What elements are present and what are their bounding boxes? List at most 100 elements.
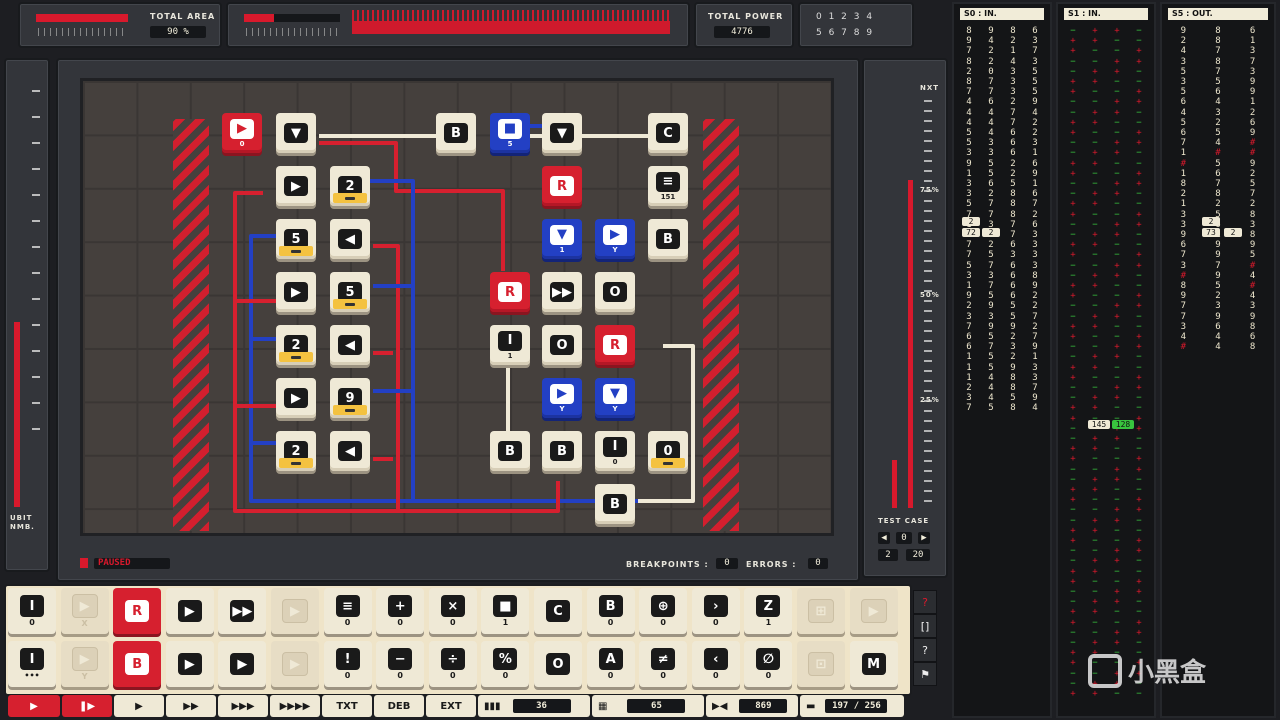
board-chip[interactable]: ▶ xyxy=(276,166,316,206)
board-chip[interactable]: ◀ xyxy=(330,325,370,365)
board-chip[interactable]: 2 xyxy=(276,431,316,471)
palette-tool-2-7[interactable]: −0 xyxy=(376,641,425,687)
board-chip[interactable]: B xyxy=(542,431,582,471)
fast-button[interactable]: ▶▶ xyxy=(166,695,216,717)
board-chip[interactable]: ◀ xyxy=(330,431,370,471)
io-signal: − xyxy=(1070,179,1076,189)
palette-tool-1-6[interactable]: ≡ 0 xyxy=(323,588,372,634)
board-chip[interactable]: ▶ xyxy=(276,378,316,418)
palette-tool-1-7[interactable]: +0 xyxy=(376,588,425,634)
board-chip[interactable]: R xyxy=(595,325,635,365)
io-value: 3 xyxy=(1249,219,1256,230)
palette-tool-1-13[interactable]: › 0 xyxy=(691,588,740,634)
deb-button[interactable]: DEB xyxy=(374,695,424,717)
palette-tool-2-16[interactable]: M xyxy=(849,641,898,687)
board-chip[interactable]: ▼ xyxy=(542,113,582,153)
board-chip[interactable]: B xyxy=(490,431,530,471)
faster-button[interactable]: ▶▶▶ xyxy=(218,695,268,717)
palette-tool-2-6[interactable]: ! 0 xyxy=(323,641,372,687)
board-chip[interactable]: 0 xyxy=(648,431,688,471)
txt-button[interactable]: TXT xyxy=(322,695,372,717)
palette-tool-2-8[interactable]: ÷ 0 xyxy=(428,641,477,687)
side-button-3[interactable]: ? xyxy=(913,638,937,662)
board-chip[interactable]: ▶ xyxy=(276,272,316,312)
palette-tool-2-11[interactable]: A0 xyxy=(586,641,635,687)
board-chip[interactable]: 2 xyxy=(330,166,370,206)
palette-tool-1-0[interactable]: I0 xyxy=(8,588,56,634)
board-chip[interactable]: C xyxy=(648,113,688,153)
side-button-4[interactable]: ⚑ xyxy=(913,662,937,686)
palette-tool-2-14[interactable]: ∅ 0 xyxy=(744,641,793,687)
record-button[interactable]: ▶ xyxy=(8,695,60,717)
tool-caption: 0 xyxy=(660,671,666,680)
io-signal: − xyxy=(1092,546,1098,557)
board-chip[interactable]: B xyxy=(648,219,688,259)
test-case-prev[interactable]: ◀ xyxy=(878,532,890,544)
board-chip[interactable]: ▶▶ xyxy=(542,272,582,312)
board-chip[interactable]: ■ 5 xyxy=(490,113,530,153)
board-chip[interactable]: R xyxy=(542,166,582,206)
palette-tool-2-5[interactable]: ▶ xyxy=(271,641,319,687)
board-chip[interactable]: I1 xyxy=(490,325,530,365)
palette-tool-1-14[interactable]: Z1 xyxy=(744,588,793,634)
palette-tool-2-15[interactable]: ⊡ xyxy=(797,641,845,687)
palette-tool-1-5[interactable]: ▶ xyxy=(271,588,319,634)
io-row: − − + + xyxy=(1062,505,1150,515)
io-row: + + − − xyxy=(1062,689,1150,699)
test-case-next[interactable]: ▶ xyxy=(918,532,930,544)
step-button[interactable]: ❚▶ xyxy=(62,695,112,717)
palette-tool-1-16[interactable]: ▶ xyxy=(849,588,898,634)
tool-caption: X xyxy=(81,619,88,628)
board-chip[interactable]: 9 xyxy=(330,378,370,418)
side-button-2[interactable]: [] xyxy=(913,614,937,638)
palette-tool-1-1[interactable]: ▶ X xyxy=(60,588,109,634)
io-row: 7 2 6 3 xyxy=(958,240,1046,250)
palette-tool-1-4[interactable]: ▶▶ xyxy=(218,588,267,634)
board-chip[interactable]: ▶ Y xyxy=(542,378,582,418)
board-chip[interactable]: B xyxy=(595,484,635,524)
board-chip[interactable]: 5 xyxy=(276,219,316,259)
board-chip[interactable]: B xyxy=(436,113,476,153)
palette-tool-1-15[interactable]: ⊞ xyxy=(797,588,845,634)
palette-tool-2-2[interactable]: B xyxy=(113,641,162,687)
palette-tool-2-10[interactable]: O xyxy=(534,641,582,687)
board-chip[interactable]: ◀ xyxy=(330,219,370,259)
board-chip[interactable]: I0 xyxy=(595,431,635,471)
fastest-button[interactable]: ▶▶▶▶ xyxy=(270,695,320,717)
palette-tool-2-12[interactable]: ≠ 0 xyxy=(639,641,688,687)
palette-tool-1-10[interactable]: C xyxy=(534,588,582,634)
palette-tool-2-3[interactable]: ▶ xyxy=(165,641,214,687)
board-chip[interactable]: ≡ 151 xyxy=(648,166,688,206)
palette-tool-2-1[interactable]: ▶ Y xyxy=(60,641,109,687)
board-chip[interactable]: O xyxy=(595,272,635,312)
palette-tool-1-11[interactable]: B0 xyxy=(586,588,635,634)
palette-tool-2-0[interactable]: I ••• xyxy=(8,641,56,687)
board-chip[interactable]: ▼ xyxy=(276,113,316,153)
io-value: 4 xyxy=(1215,332,1221,342)
palette-tool-1-3[interactable]: ▶ xyxy=(165,588,214,634)
s1-input-column: S1 : IN. − + + − + + − − + − − + − − + + − + + − + + − − + − − + − − +… xyxy=(1056,2,1156,718)
play-button[interactable]: ▶ xyxy=(114,695,164,717)
io-signal: + xyxy=(1136,464,1142,475)
board-chip[interactable]: R xyxy=(490,272,530,312)
palette-tool-2-13[interactable]: ‹ 0 xyxy=(691,641,740,687)
palette-tool-1-9[interactable]: ■ 1 xyxy=(481,588,530,634)
palette-tool-1-2[interactable]: R xyxy=(113,588,162,634)
palette-tool-1-12[interactable]: ⊕ 0 xyxy=(639,588,688,634)
board-chip[interactable]: ▼ 1 xyxy=(542,219,582,259)
board-chip[interactable]: ▼ Y xyxy=(595,378,635,418)
palette-tool-2-4[interactable]: ▶ xyxy=(218,641,267,687)
board-chip[interactable]: O xyxy=(542,325,582,365)
board-chip[interactable]: 5 xyxy=(330,272,370,312)
io-row: 8 7 3 5 xyxy=(958,77,1046,87)
io-value: 2 xyxy=(1032,301,1038,312)
io-value: 2 xyxy=(1032,291,1038,302)
ext-button[interactable]: EXT xyxy=(426,695,476,717)
board-chip[interactable]: 2 xyxy=(276,325,316,365)
board-chip[interactable]: ▶ Y xyxy=(595,219,635,259)
tool-caption: 0 xyxy=(502,671,509,680)
side-button-1[interactable]: ? xyxy=(913,590,937,614)
palette-tool-1-8[interactable]: × 0 xyxy=(428,588,477,634)
board-chip[interactable]: ▶ 0 xyxy=(222,113,262,153)
palette-tool-2-9[interactable]: % 0 xyxy=(481,641,530,687)
